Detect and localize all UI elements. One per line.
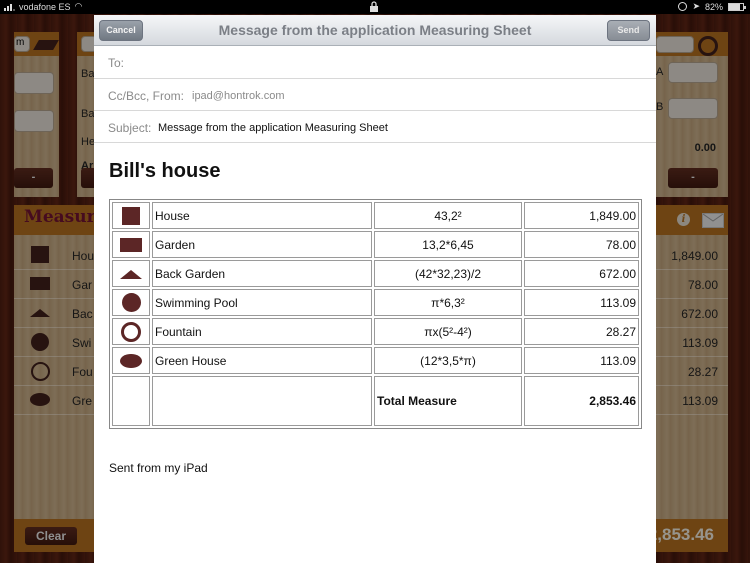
ellipse-shape-icon bbox=[120, 353, 142, 368]
mail-compose-sheet: Cancel Message from the application Meas… bbox=[94, 15, 656, 563]
subject-input[interactable]: Message from the application Measuring S… bbox=[158, 122, 388, 134]
to-label: To: bbox=[108, 56, 125, 70]
square-shape-icon bbox=[122, 206, 140, 225]
name-cell: Fountain bbox=[152, 318, 372, 345]
triangle-shape-icon bbox=[120, 269, 142, 279]
formula-cell: π*6,3² bbox=[374, 289, 522, 316]
table-row: Garden 13,2*6,45 78.00 bbox=[112, 231, 639, 258]
formula-cell: (12*3,5*π) bbox=[374, 347, 522, 374]
carrier-name: vodafone ES bbox=[19, 1, 71, 12]
empty-cell bbox=[112, 376, 150, 426]
rectangle-shape-icon bbox=[120, 237, 142, 252]
name-cell: Garden bbox=[152, 231, 372, 258]
name-cell: House bbox=[152, 202, 372, 229]
value-cell: 28.27 bbox=[524, 318, 639, 345]
name-cell: Green House bbox=[152, 347, 372, 374]
formula-cell: 13,2*6,45 bbox=[374, 231, 522, 258]
shape-cell bbox=[112, 231, 150, 258]
total-value: 2,853.46 bbox=[524, 376, 639, 426]
table-row: Back Garden (42*32,23)/2 672.00 bbox=[112, 260, 639, 287]
measures-table: House 43,2² 1,849.00 Garden 13,2*6,45 78.00 Ba… bbox=[109, 199, 642, 429]
shape-cell bbox=[112, 260, 150, 287]
from-address[interactable]: ipad@hontrok.com bbox=[192, 90, 285, 102]
value-cell: 113.09 bbox=[524, 347, 639, 374]
send-button[interactable]: Send bbox=[607, 20, 650, 41]
compose-title: Message from the application Measuring S… bbox=[218, 22, 532, 38]
shape-cell bbox=[112, 202, 150, 229]
to-field[interactable]: To: bbox=[94, 46, 656, 79]
compose-nav-bar: Cancel Message from the application Meas… bbox=[94, 15, 656, 46]
status-bar: vodafone ES ◠ ➤ 82% bbox=[0, 0, 750, 14]
document-title: Bill's house bbox=[109, 160, 221, 182]
battery-icon bbox=[728, 2, 746, 11]
name-cell: Back Garden bbox=[152, 260, 372, 287]
message-body[interactable]: Bill's house House 43,2² 1,849.00 Garden 13,… bbox=[94, 143, 656, 563]
table-row: House 43,2² 1,849.00 bbox=[112, 202, 639, 229]
shape-cell bbox=[112, 318, 150, 345]
signal-strength-icon bbox=[4, 3, 15, 11]
table-row: Green House (12*3,5*π) 113.09 bbox=[112, 347, 639, 374]
location-icon: ➤ bbox=[692, 1, 700, 11]
table-row: Fountain πx(5²-4²) 28.27 bbox=[112, 318, 639, 345]
battery-percent: 82% bbox=[704, 1, 723, 12]
name-cell: Swimming Pool bbox=[152, 289, 372, 316]
lock-icon bbox=[369, 1, 379, 14]
cc-bcc-from-field[interactable]: Cc/Bcc, From: ipad@hontrok.com bbox=[94, 79, 656, 111]
subject-label: Subject: bbox=[108, 121, 152, 135]
signature: Sent from my iPad bbox=[109, 461, 208, 475]
ring-shape-icon bbox=[121, 321, 141, 342]
cc-bcc-from-label: Cc/Bcc, From: bbox=[108, 89, 185, 103]
formula-cell: 43,2² bbox=[374, 202, 522, 229]
shape-cell bbox=[112, 289, 150, 316]
empty-cell bbox=[152, 376, 372, 426]
circle-shape-icon bbox=[121, 293, 141, 312]
subject-field[interactable]: Subject: Message from the application Me… bbox=[94, 111, 656, 143]
table-row: Swimming Pool π*6,3² 113.09 bbox=[112, 289, 639, 316]
total-label: Total Measure bbox=[374, 376, 522, 426]
value-cell: 1,849.00 bbox=[524, 202, 639, 229]
value-cell: 113.09 bbox=[524, 289, 639, 316]
total-row: Total Measure 2,853.46 bbox=[112, 376, 639, 426]
formula-cell: (42*32,23)/2 bbox=[374, 260, 522, 287]
value-cell: 78.00 bbox=[524, 231, 639, 258]
formula-cell: πx(5²-4²) bbox=[374, 318, 522, 345]
shape-cell bbox=[112, 347, 150, 374]
wifi-icon: ◠ bbox=[74, 1, 83, 11]
orientation-lock-icon bbox=[678, 2, 688, 11]
value-cell: 672.00 bbox=[524, 260, 639, 287]
